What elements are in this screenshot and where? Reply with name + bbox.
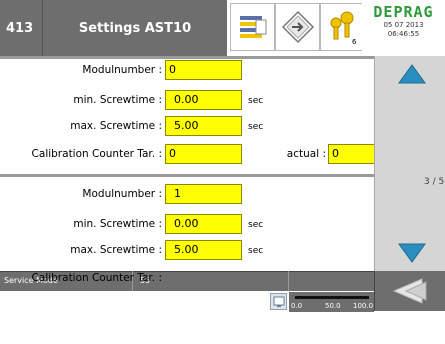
max-screwtime-label: max. Screwtime : <box>70 120 162 132</box>
diamond-enter-icon <box>281 10 314 44</box>
system-date: 05 07 2013 <box>383 21 424 29</box>
actual-label: actual : <box>286 148 326 160</box>
min-screwtime-field-1[interactable]: 0.00 <box>165 90 242 110</box>
max-unit: sec <box>248 122 264 132</box>
list-icon <box>239 16 266 38</box>
max-screwtime-label: max. Screwtime : <box>70 244 162 256</box>
min-screwtime-label: min. Screwtime : <box>73 218 162 230</box>
status-separator <box>288 271 289 291</box>
key-level-badge: 6 <box>352 38 357 46</box>
max-unit: sec <box>248 246 264 256</box>
section-divider <box>0 56 374 59</box>
screen-id: 413 <box>0 0 43 56</box>
modulnumber-label: Modulnumber : <box>82 188 162 200</box>
screen-icon <box>273 296 284 307</box>
progress-track <box>295 296 369 299</box>
access-keys-button[interactable]: 6 <box>320 3 365 51</box>
max-screwtime-field-2[interactable]: 5.00 <box>165 240 242 260</box>
back-button[interactable] <box>374 271 445 311</box>
max-screwtime-field-1[interactable]: 5.00 <box>165 116 242 136</box>
section-divider <box>0 174 374 177</box>
calibration-counter-field-1[interactable]: 0 <box>165 144 242 164</box>
scale-min: 0.0 <box>291 302 303 310</box>
scale-max: 100.0 <box>353 302 374 310</box>
min-screwtime-field-2[interactable]: 0.00 <box>165 214 242 234</box>
min-unit: sec <box>248 220 264 230</box>
min-screwtime-label: min. Screwtime : <box>73 94 162 106</box>
calibration-counter-label: Calibration Counter Tar. : <box>31 272 162 284</box>
system-time: 06:46:55 <box>387 30 420 38</box>
tool-status-button[interactable] <box>270 293 287 310</box>
scroll-up-button[interactable] <box>378 56 445 92</box>
calibration-counter-label: Calibration Counter Tar. : <box>31 148 162 160</box>
back-arrow-icon <box>392 278 427 304</box>
modulnumber-field-2[interactable]: 1 <box>165 184 242 204</box>
page-indicator: 3 / 5 <box>424 177 445 187</box>
scale-mid: 50.0 <box>325 302 341 310</box>
enter-button[interactable] <box>275 3 320 51</box>
modulnumber-label: Modulnumber : <box>82 64 162 76</box>
brand-logo: DEPRAG 05 07 2013 06:46:55 <box>362 0 445 56</box>
list-view-button[interactable] <box>230 3 275 51</box>
page-title: Settings AST10 <box>43 0 227 56</box>
modulnumber-field-1[interactable]: 0 <box>165 60 242 80</box>
logo-text: DEPRAG <box>373 3 434 21</box>
arrow-up-icon <box>397 64 426 84</box>
scroll-down-button[interactable] <box>378 235 445 271</box>
min-unit: sec <box>248 96 264 106</box>
arrow-down-icon <box>397 243 426 263</box>
progress-scale: 0.0 50.0 100.0 <box>289 292 374 312</box>
